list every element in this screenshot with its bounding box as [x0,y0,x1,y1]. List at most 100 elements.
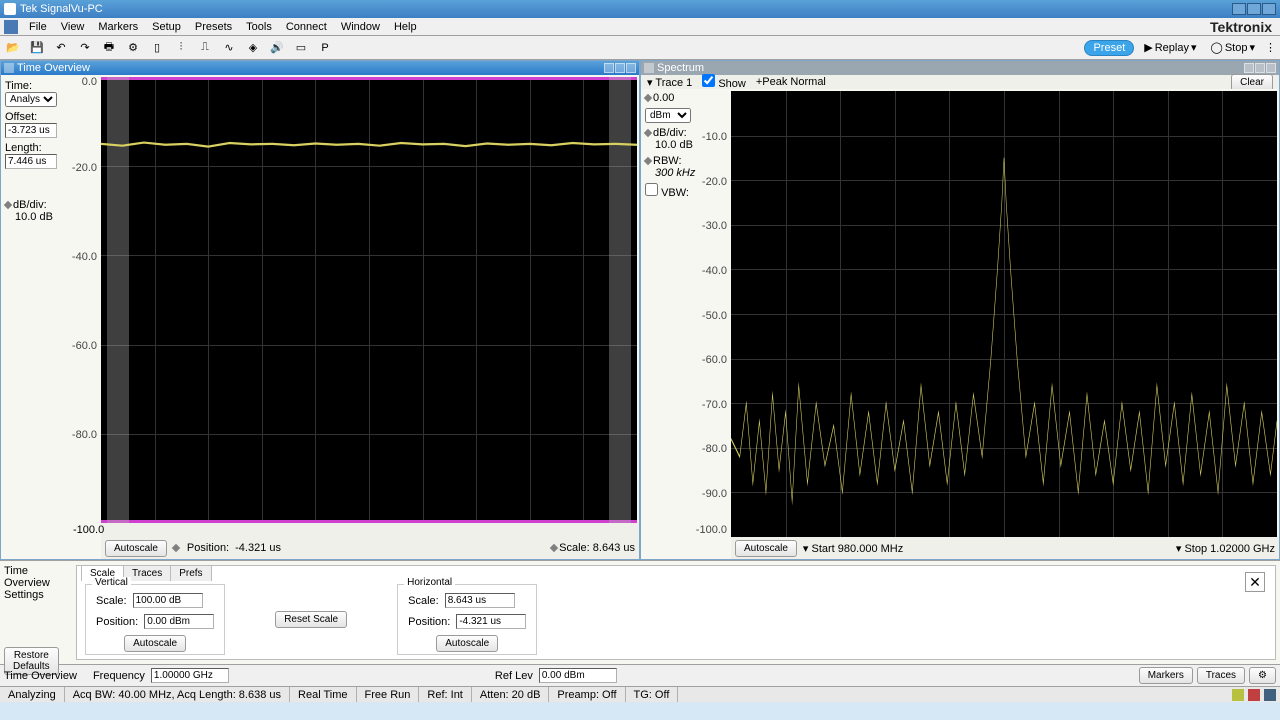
panel-icon [4,63,14,73]
wave-icon[interactable]: ∿ [220,39,238,57]
traces-button[interactable]: Traces [1197,667,1245,684]
status-tg: TG: Off [626,687,679,702]
time-overview-title: Time Overview [17,62,90,74]
sp-autoscale-button[interactable]: Autoscale [735,540,797,557]
panel-min-icon[interactable] [1244,63,1254,73]
vscale-input[interactable] [133,593,203,608]
status-led2-icon [1248,689,1260,701]
audio-icon[interactable]: 🔊 [268,39,286,57]
spectrum-icon[interactable]: ⫶ [172,39,190,57]
print-icon[interactable]: 🖶 [100,39,118,57]
open-icon[interactable]: 📂 [4,39,22,57]
time-overview-header[interactable]: Time Overview [1,61,639,75]
freq-label: Frequency [93,670,145,682]
menubar: File View Markers Setup Presets Tools Co… [0,18,1280,36]
vpos-input[interactable] [144,614,214,629]
pulse-icon[interactable]: ⎍ [196,39,214,57]
start-label: Start [812,543,835,555]
reset-scale-button[interactable]: Reset Scale [275,611,347,628]
display1-icon[interactable]: ▯ [148,39,166,57]
save-icon[interactable]: 💾 [28,39,46,57]
brand-logo: Tektronix [1210,19,1280,35]
param-icon[interactable]: P [316,39,334,57]
window-controls [1232,3,1276,15]
panel-max-icon[interactable] [615,63,625,73]
autoscale-button[interactable]: Autoscale [105,540,167,557]
preset-button[interactable]: Preset [1084,40,1134,56]
start-value[interactable]: 980.000 MHz [838,543,903,555]
settings-close-button[interactable]: ✕ [1245,572,1265,592]
status-led1-icon [1232,689,1244,701]
time-axis-row: -100.0 [101,523,639,537]
menu-file[interactable]: File [22,19,54,35]
h-autoscale-button[interactable]: Autoscale [436,635,498,652]
unit-select[interactable]: dBm [645,108,691,123]
gear-icon[interactable]: ⚙ [124,39,142,57]
close-button[interactable] [1262,3,1276,15]
position-value[interactable]: -4.321 us [235,542,281,554]
analysis-select[interactable]: Analysis [5,92,57,107]
ref-value[interactable]: 0.00 [653,92,674,104]
menu-presets[interactable]: Presets [188,19,239,35]
reflev-input[interactable] [539,668,617,683]
scale-value[interactable]: 8.643 us [593,542,635,554]
stop-label: Stop [1184,543,1207,555]
status-analyzing: Analyzing [0,687,65,702]
menu-markers[interactable]: Markers [91,19,145,35]
menu-help[interactable]: Help [387,19,424,35]
menu-tools[interactable]: Tools [239,19,279,35]
time-overview-panel: Time Overview Time: Analysis Offset: -3.… [0,60,640,560]
gear-icon[interactable]: ⚙ [1249,667,1276,684]
replay-button[interactable]: ▶ Replay ▾ [1140,39,1200,56]
window-titlebar: Tek SignalVu-PC [0,0,1280,18]
horizontal-fieldset: Horizontal Scale: Position: Autoscale [397,584,537,655]
status-freerun: Free Run [357,687,420,702]
spectrum-plot[interactable]: -10.0 -20.0 -30.0 -40.0 -50.0 -60.0 -70.… [731,91,1277,537]
status-realtime: Real Time [290,687,357,702]
vbw-checkbox[interactable] [645,183,658,196]
spectrum-panel: Spectrum ▾ Trace 1 Show +Peak Normal Cle… [640,60,1280,560]
settings-area: Time Overview Settings Restore Defaults … [0,560,1280,664]
hpos-input[interactable] [456,614,526,629]
settings-title2: Settings [4,589,68,601]
stop-value[interactable]: 1.02000 GHz [1210,543,1275,555]
spectrum-title: Spectrum [657,62,704,74]
panel-close-icon[interactable] [626,63,636,73]
more-icon[interactable]: ⋮ [1265,41,1276,54]
undo-icon[interactable]: ↶ [52,39,70,57]
maximize-button[interactable] [1247,3,1261,15]
video-icon[interactable]: ▭ [292,39,310,57]
offset-value[interactable]: -3.723 us [5,123,57,138]
scale-label: Scale: [559,542,590,554]
markers-button[interactable]: Markers [1139,667,1193,684]
freq-input[interactable] [151,668,229,683]
menu-view[interactable]: View [54,19,92,35]
length-value[interactable]: 7.446 us [5,154,57,169]
show-checkbox[interactable] [702,74,715,87]
panel-close-icon[interactable] [1266,63,1276,73]
vertical-fieldset: Vertical Scale: Position: Autoscale [85,584,225,655]
mod-icon[interactable]: ◈ [244,39,262,57]
status-atten: Atten: 20 dB [472,687,550,702]
status-acq: Acq BW: 40.00 MHz, Acq Length: 8.638 us [65,687,290,702]
infobar: Time Overview Frequency Ref Lev Markers … [0,664,1280,686]
spectrum-header[interactable]: Spectrum [641,61,1279,75]
panel-min-icon[interactable] [604,63,614,73]
panel-icon [644,63,654,73]
hscale-input[interactable] [445,593,515,608]
menu-connect[interactable]: Connect [279,19,334,35]
stop-button[interactable]: ◯ Stop ▾ [1207,39,1259,56]
minimize-button[interactable] [1232,3,1246,15]
menu-setup[interactable]: Setup [145,19,188,35]
status-ref: Ref: Int [419,687,471,702]
redo-icon[interactable]: ↷ [76,39,94,57]
menu-window[interactable]: Window [334,19,387,35]
peak-mode[interactable]: +Peak Normal [756,76,826,88]
dbdiv-label: dB/div: [13,199,47,211]
trace-select[interactable]: Trace 1 [655,77,692,89]
panel-max-icon[interactable] [1255,63,1265,73]
clear-button[interactable]: Clear [1231,74,1273,91]
system-menu-icon[interactable] [4,20,18,34]
v-autoscale-button[interactable]: Autoscale [124,635,186,652]
time-overview-plot[interactable] [101,77,637,523]
